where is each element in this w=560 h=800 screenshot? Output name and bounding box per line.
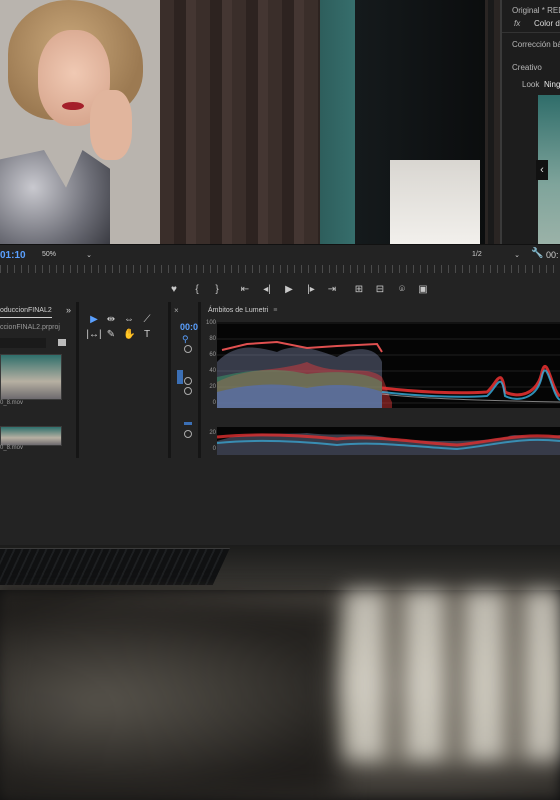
waveform-scope [217, 322, 560, 408]
waveform-scope-secondary [217, 427, 560, 455]
go-to-out-button[interactable]: ⇥ [325, 283, 339, 297]
comparison-view-button[interactable]: ▣ [416, 283, 430, 297]
clip-thumbnail[interactable] [0, 426, 62, 446]
scope-y-label: 80 [209, 336, 216, 342]
keyframe-icon[interactable] [184, 387, 192, 395]
video-curtain [160, 0, 330, 244]
look-dropdown[interactable]: Ning [544, 80, 560, 89]
more-panels-icon[interactable]: » [66, 305, 71, 315]
look-label: Look [522, 80, 540, 89]
timeline-timecode[interactable]: 00:0 [180, 322, 198, 332]
zoom-select[interactable]: 50% ⌄ [42, 251, 94, 261]
duration-timecode: 00: [546, 250, 559, 260]
video-lips [62, 102, 84, 110]
active-tab-indicator [0, 317, 52, 318]
hand-tool-icon[interactable]: ✋ [123, 329, 135, 341]
pen-tool-icon[interactable]: ✎ [105, 329, 117, 341]
project-file-name: ccionFINAL2.prproj [0, 324, 60, 331]
scope-y-label: 100 [205, 320, 216, 326]
clip-name: 0_8.mov [0, 400, 24, 406]
razor-tool-icon[interactable]: ⟋ [141, 314, 153, 326]
chevron-down-icon: ⌄ [86, 252, 92, 259]
divider [502, 32, 560, 33]
step-forward-button[interactable]: |▸ [304, 283, 318, 297]
track-target[interactable] [184, 422, 192, 425]
project-search-input[interactable] [0, 338, 46, 348]
extract-button[interactable]: ⊟ [373, 283, 387, 297]
clip-name: 0_8.mov [0, 445, 24, 451]
scope-y-label: 0 [212, 446, 216, 452]
lumetri-scopes-title: Ámbitos de Lumetri [208, 307, 269, 314]
panel-divider [198, 302, 201, 458]
camera-icon[interactable]: ⌾ [396, 283, 408, 297]
scope-y-label: 20 [209, 384, 216, 390]
playhead-timecode[interactable]: 01:10 [0, 250, 26, 261]
effect-label[interactable]: Color de [534, 19, 560, 28]
section-basic-correction[interactable]: Corrección básic [512, 40, 560, 49]
waveform-graphic [217, 433, 560, 455]
type-tool-icon[interactable]: T [141, 329, 153, 341]
program-monitor-video [0, 0, 500, 244]
bin-icon[interactable] [58, 339, 66, 346]
selection-tool-icon[interactable]: ▶ [88, 314, 100, 326]
mark-out-button[interactable]: } [212, 283, 222, 297]
resolution-select[interactable]: 1/2 ⌄ [472, 251, 522, 261]
waveform-graphic [217, 322, 560, 408]
close-icon[interactable]: × [174, 306, 179, 315]
wrench-icon[interactable]: 🔧 [531, 248, 543, 259]
play-button[interactable]: ▶ [283, 283, 295, 297]
scope-y-label: 40 [209, 368, 216, 374]
add-marker-button[interactable]: ♥ [168, 283, 180, 297]
blurred-window [345, 590, 560, 760]
track-select-tool-icon[interactable]: ⇹ [105, 314, 117, 326]
lumetri-scopes-tab[interactable]: Ámbitos de Lumetri ≡ [208, 307, 277, 314]
time-ruler[interactable] [0, 265, 560, 273]
zoom-value: 50% [42, 251, 57, 258]
step-back-button[interactable]: ◂| [260, 283, 274, 297]
project-panel-tab[interactable]: oduccionFINAL2 [0, 307, 52, 314]
resolution-value: 1/2 [472, 251, 482, 258]
video-scrollbar[interactable] [488, 0, 494, 244]
mark-in-button[interactable]: { [192, 283, 202, 297]
track-target[interactable] [177, 370, 183, 384]
ripple-edit-tool-icon[interactable]: ⇔ [123, 314, 135, 326]
panel-menu-icon[interactable]: ≡ [273, 307, 277, 314]
slip-tool-icon[interactable]: |↔| [86, 329, 102, 341]
blurred-shadow [0, 600, 340, 800]
video-white-skirt [390, 160, 480, 244]
go-to-in-button[interactable]: ⇤ [238, 283, 252, 297]
fx-icon: fx [514, 19, 521, 28]
panel-divider [168, 302, 171, 458]
keyframe-icon[interactable] [184, 430, 192, 438]
chevron-down-icon: ⌄ [514, 252, 520, 259]
video-hand [90, 90, 132, 160]
keyframe-icon[interactable] [184, 345, 192, 353]
scope-y-label: 60 [209, 352, 216, 358]
snap-icon[interactable]: ⚲ [182, 334, 189, 345]
section-creative[interactable]: Creativo [512, 63, 542, 72]
keyboard [0, 548, 231, 585]
source-label: Original * RED_ [512, 6, 560, 15]
panel-divider [76, 302, 79, 458]
keyframe-icon[interactable] [184, 377, 192, 385]
scope-y-label: 20 [209, 430, 216, 436]
lift-button[interactable]: ⊞ [352, 283, 366, 297]
chevron-left-icon[interactable]: ‹ [536, 160, 548, 180]
scope-y-label: 0 [212, 400, 216, 406]
clip-thumbnail[interactable] [0, 354, 62, 400]
